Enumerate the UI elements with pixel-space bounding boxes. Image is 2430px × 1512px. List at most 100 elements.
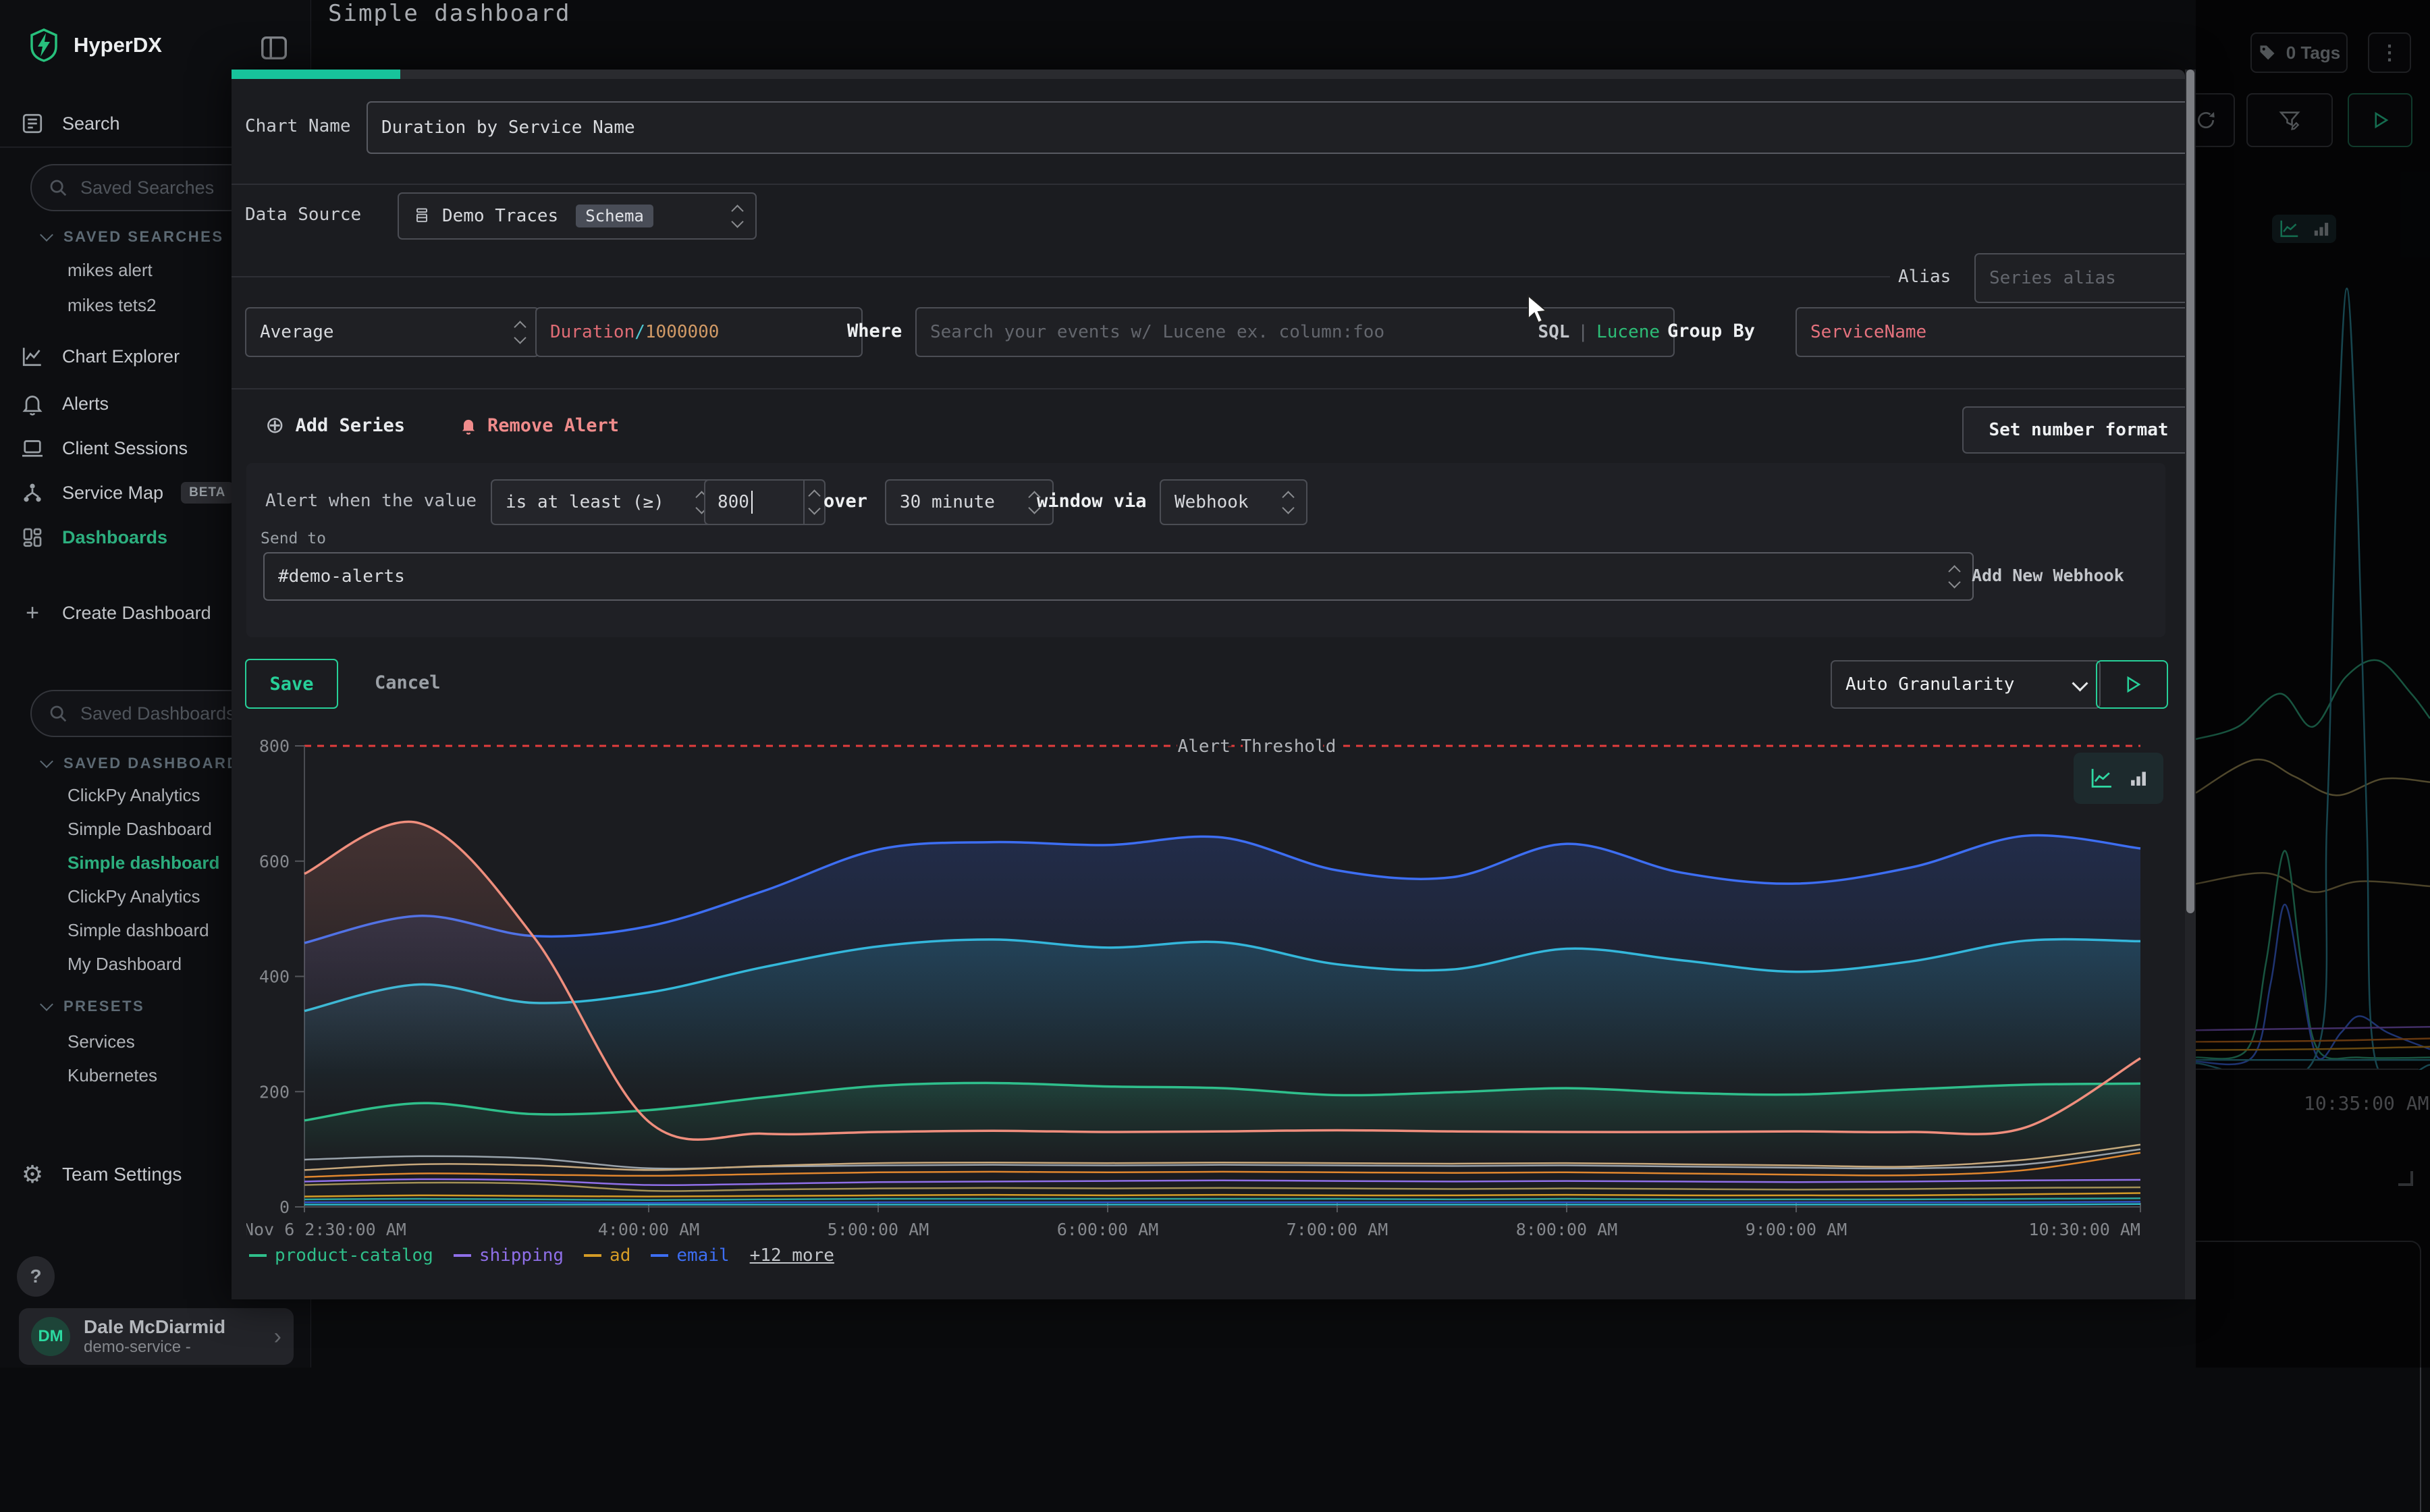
divider [232, 388, 2185, 389]
cancel-button[interactable]: Cancel [375, 659, 441, 706]
user-name: Dale McDiarmid [84, 1316, 225, 1338]
edit-chart-modal: Chart Name Duration by Service Name Data… [232, 70, 2185, 1299]
legend-item[interactable]: ad [584, 1245, 630, 1266]
chart-name-input[interactable]: Duration by Service Name [367, 101, 2195, 154]
legend-dash-icon [249, 1254, 267, 1257]
alias-label: Alias [1898, 256, 1951, 297]
chevron-down-icon [40, 998, 53, 1011]
group-by-input[interactable]: ServiceName [1796, 307, 2195, 357]
chart-type-toggle[interactable] [2074, 753, 2163, 804]
number-spinner[interactable] [803, 481, 824, 524]
svg-text:200: 200 [259, 1082, 290, 1102]
legend-item[interactable]: email [651, 1245, 729, 1266]
saved-dashboards-placeholder: Saved Dashboards [80, 703, 236, 724]
alert-config-panel: Alert when the value is at least (≥) 800… [246, 463, 2165, 637]
saved-dashboards-search-input[interactable]: Saved Dashboards [30, 690, 253, 737]
add-series-button[interactable]: ⊕ Add Series [265, 405, 405, 446]
laptop-icon [20, 436, 45, 460]
top-bar: Simple dashboard [0, 0, 2430, 70]
data-source-label: Data Source [245, 192, 361, 237]
loading-bar [232, 70, 400, 79]
search-icon [48, 703, 68, 724]
bell-icon [459, 415, 478, 435]
aggregation-select[interactable]: Average [245, 307, 539, 357]
chevron-updown-icon [1274, 493, 1293, 512]
chevron-updown-icon [1021, 493, 1039, 512]
legend-dash-icon [454, 1254, 471, 1257]
legend-item[interactable]: product-catalog [249, 1245, 433, 1266]
lucene-toggle[interactable]: Lucene [1596, 322, 1660, 342]
alert-comparator-select[interactable]: is at least (≥) [491, 479, 721, 525]
dashboard-item-active[interactable]: Simple dashboard [68, 853, 219, 873]
send-to-select[interactable]: #demo-alerts [263, 552, 1974, 601]
user-menu[interactable]: DM Dale McDiarmid demo-service - › [19, 1308, 294, 1365]
bell-icon [20, 392, 45, 416]
run-chart-button[interactable] [2096, 660, 2168, 709]
presets-header[interactable]: PRESETS [42, 998, 144, 1015]
hyperdx-logo-icon [29, 28, 59, 62]
database-icon [412, 206, 431, 226]
dashboard-item[interactable]: My Dashboard [68, 954, 182, 975]
preset-item[interactable]: Kubernetes [68, 1065, 157, 1086]
modal-backdrop [2196, 0, 2430, 1368]
dashboard-item[interactable]: ClickPy Analytics [68, 785, 200, 806]
legend-more-button[interactable]: +12 more [750, 1245, 834, 1266]
svg-text:0: 0 [279, 1197, 290, 1217]
where-label: Where [847, 307, 902, 354]
preset-item[interactable]: Services [68, 1031, 135, 1052]
chevron-updown-icon [506, 323, 524, 342]
legend-dash-icon [584, 1254, 601, 1257]
alert-threshold-input[interactable]: 800 [704, 479, 826, 525]
chart-name-label: Chart Name [245, 101, 351, 151]
data-source-select[interactable]: Demo Traces Schema [398, 192, 757, 240]
user-org: demo-service - [84, 1338, 225, 1357]
scrollbar-thumb[interactable] [2186, 70, 2194, 913]
svg-text:7:00:00 AM: 7:00:00 AM [1287, 1220, 1388, 1239]
saved-searches-search-input[interactable]: Saved Searches [30, 164, 253, 211]
alert-prefix-label: Alert when the value [265, 479, 477, 522]
svg-text:6:00:00 AM: 6:00:00 AM [1057, 1220, 1159, 1239]
svg-text:9:00:00 AM: 9:00:00 AM [1746, 1220, 1847, 1239]
remove-alert-button[interactable]: Remove Alert [459, 405, 619, 446]
svg-text:5:00:00 AM: 5:00:00 AM [828, 1220, 929, 1239]
saved-dashboards-header[interactable]: SAVED DASHBOARDS [42, 755, 251, 772]
plus-icon: + [20, 600, 45, 626]
over-label: over [824, 479, 867, 522]
window-via-label: window via [1037, 479, 1147, 522]
divider [232, 184, 2185, 185]
add-new-webhook-button[interactable]: Add New Webhook [1972, 552, 2124, 598]
chevron-updown-icon [688, 493, 706, 512]
saved-search-item[interactable]: mikes alert [68, 260, 153, 281]
alias-input[interactable]: Series alias [1974, 253, 2195, 303]
dashboard-item[interactable]: Simple Dashboard [68, 819, 212, 840]
where-search-input[interactable]: Search your events w/ Lucene ex. column:… [915, 307, 1675, 357]
text-caret [751, 491, 753, 514]
beta-badge: BETA [181, 482, 234, 504]
loading-bar-track [232, 70, 2185, 79]
saved-searches-placeholder: Saved Searches [80, 178, 214, 198]
circle-plus-icon: ⊕ [265, 414, 285, 437]
saved-search-item[interactable]: mikes tets2 [68, 295, 157, 316]
mouse-cursor [1527, 294, 1555, 325]
modal-scrollbar[interactable] [2185, 70, 2196, 1299]
sidebar-item-label: Search [62, 113, 120, 134]
svg-text:800: 800 [259, 736, 290, 756]
chart-line-icon [20, 344, 45, 369]
legend-item[interactable]: shipping [454, 1245, 564, 1266]
dashboard-item[interactable]: ClickPy Analytics [68, 886, 200, 907]
sidebar-collapse-icon[interactable] [259, 32, 290, 63]
chevron-down-icon [2072, 675, 2088, 691]
chart-legend: product-catalog shipping ad email +12 mo… [249, 1245, 834, 1266]
dashboard-item[interactable]: Simple dashboard [68, 920, 209, 941]
field-expression-input[interactable]: Duration/1000000 [535, 307, 863, 357]
chevron-updown-icon [1941, 567, 1959, 587]
alert-channel-select[interactable]: Webhook [1160, 479, 1307, 525]
save-button[interactable]: Save [245, 659, 338, 709]
svg-text:8:00:00 AM: 8:00:00 AM [1516, 1220, 1618, 1239]
saved-searches-header[interactable]: SAVED SEARCHES [42, 228, 224, 246]
granularity-select[interactable]: Auto Granularity [1831, 660, 2101, 709]
alert-window-select[interactable]: 30 minute [885, 479, 1054, 525]
set-number-format-button[interactable]: Set number format [1962, 406, 2195, 454]
app-logo: HyperDX [29, 28, 162, 62]
help-button[interactable]: ? [17, 1256, 55, 1297]
